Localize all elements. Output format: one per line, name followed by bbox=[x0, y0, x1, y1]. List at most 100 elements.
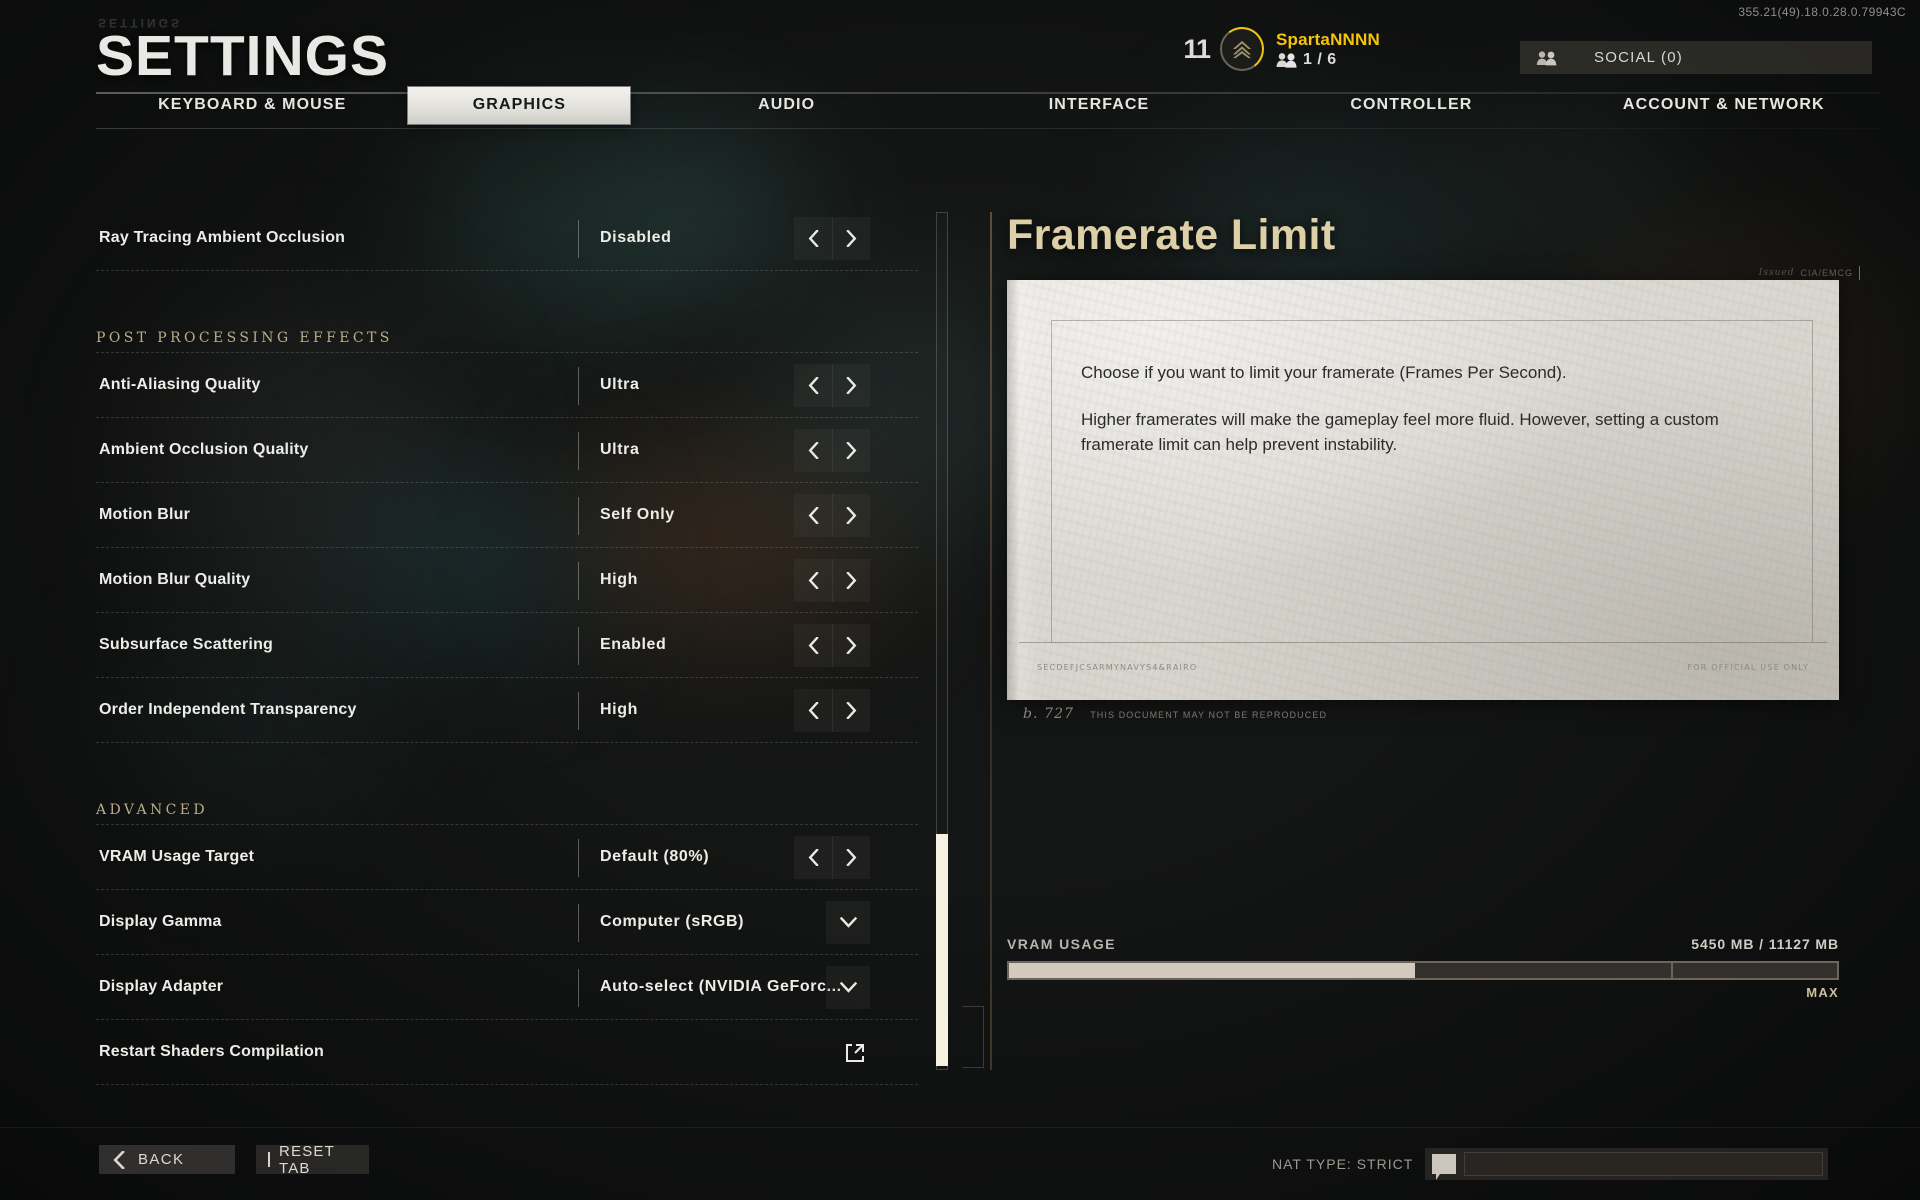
setting-row[interactable]: Subsurface Scattering Enabled bbox=[96, 613, 918, 678]
chevron-right-icon bbox=[846, 849, 857, 866]
setting-row[interactable]: Restart Shaders Compilation bbox=[96, 1020, 918, 1085]
stepper-prev-button[interactable] bbox=[794, 429, 832, 472]
stepper-prev-button[interactable] bbox=[794, 624, 832, 667]
setting-row[interactable]: Anti-Aliasing Quality Ultra bbox=[96, 353, 918, 418]
tab-controller[interactable]: CONTROLLER bbox=[1255, 87, 1567, 124]
user-profile-cluster[interactable]: 11 SpartaNNNN 1 / 6 bbox=[1183, 24, 1380, 74]
stepper-next-button[interactable] bbox=[832, 217, 870, 260]
chevron-left-icon bbox=[808, 507, 819, 524]
social-button[interactable]: SOCIAL (0) bbox=[1520, 41, 1872, 74]
chevron-right-icon bbox=[846, 442, 857, 459]
chevron-left-icon bbox=[808, 849, 819, 866]
setting-value: Enabled bbox=[600, 636, 667, 653]
document-stamp: Issued CIA/EMCG bbox=[1759, 266, 1860, 280]
setting-divider bbox=[578, 904, 579, 942]
document-footer: b. 727 THIS DOCUMENT MAY NOT BE REPRODUC… bbox=[1023, 706, 1327, 722]
setting-label: VRAM Usage Target bbox=[99, 848, 255, 865]
dropdown-toggle[interactable] bbox=[826, 966, 870, 1009]
panel-divider-line bbox=[990, 212, 992, 1070]
setting-row[interactable]: Ambient Occlusion Quality Ultra bbox=[96, 418, 918, 483]
chevron-down-icon bbox=[839, 917, 857, 928]
vram-amount: 5450 MB / 11127 MB bbox=[1691, 936, 1839, 952]
setting-label: Ambient Occlusion Quality bbox=[99, 441, 309, 458]
department-label: NAVY bbox=[1120, 663, 1147, 672]
setting-value: Auto-select (NVIDIA GeForc... bbox=[600, 978, 842, 995]
tab-interface[interactable]: INTERFACE bbox=[943, 87, 1255, 124]
stepper-prev-button[interactable] bbox=[794, 559, 832, 602]
tabbar-bottom-rule bbox=[96, 128, 1880, 129]
footer-rule bbox=[0, 1127, 1920, 1128]
reset-tab-button[interactable]: RESET TAB bbox=[256, 1143, 369, 1177]
detail-description-text: Choose if you want to limit your framera… bbox=[1081, 360, 1789, 458]
setting-label: Motion Blur bbox=[99, 506, 191, 523]
stepper-prev-button[interactable] bbox=[794, 689, 832, 732]
setting-label: Subsurface Scattering bbox=[99, 636, 274, 653]
setting-divider bbox=[578, 220, 579, 258]
dropdown-toggle[interactable] bbox=[826, 901, 870, 944]
stepper-next-button[interactable] bbox=[832, 689, 870, 732]
setting-divider bbox=[578, 367, 579, 405]
stepper-next-button[interactable] bbox=[832, 836, 870, 879]
setting-row[interactable]: Display Adapter Auto-select (NVIDIA GeFor… bbox=[96, 955, 918, 1020]
stepper-next-button[interactable] bbox=[832, 429, 870, 472]
setting-divider bbox=[578, 497, 579, 535]
detail-description-panel: Choose if you want to limit your framera… bbox=[1007, 280, 1839, 700]
open-external-button[interactable] bbox=[840, 1038, 870, 1068]
stepper-prev-button[interactable] bbox=[794, 836, 832, 879]
stepper-next-button[interactable] bbox=[832, 624, 870, 667]
stepper-next-button[interactable] bbox=[832, 559, 870, 602]
document-department-row: SECDEF JCS ARMY NAVY S4&R AIRO FOR OFFICIAL US… bbox=[1037, 663, 1809, 672]
document-signature: b. 727 bbox=[1023, 706, 1075, 722]
party-count: 1 / 6 bbox=[1302, 50, 1337, 68]
tab-keyboard-mouse[interactable]: KEYBOARD & MOUSE bbox=[96, 87, 408, 124]
chat-bubble-icon bbox=[1432, 1154, 1456, 1180]
setting-divider bbox=[578, 627, 579, 665]
vram-bar bbox=[1007, 961, 1839, 980]
value-stepper bbox=[794, 689, 870, 732]
tab-graphics[interactable]: GRAPHICS bbox=[408, 86, 631, 124]
setting-value: High bbox=[600, 701, 638, 718]
stepper-next-button[interactable] bbox=[832, 494, 870, 537]
social-people-icon bbox=[1536, 50, 1558, 66]
chat-bar[interactable] bbox=[1425, 1148, 1828, 1180]
vram-bar-fill bbox=[1009, 963, 1415, 978]
tab-audio[interactable]: AUDIO bbox=[630, 87, 942, 124]
vram-max-tick bbox=[1671, 963, 1674, 978]
stepper-prev-button[interactable] bbox=[794, 494, 832, 537]
user-level: 11 bbox=[1183, 33, 1211, 64]
chevron-left-icon bbox=[808, 637, 819, 654]
stepper-next-button[interactable] bbox=[832, 364, 870, 407]
setting-row[interactable]: Motion Blur Self Only bbox=[96, 483, 918, 548]
setting-divider bbox=[578, 432, 579, 470]
setting-label: Display Adapter bbox=[99, 978, 224, 995]
department-label: ARMY bbox=[1092, 663, 1120, 672]
document-footer-note: THIS DOCUMENT MAY NOT BE REPRODUCED bbox=[1090, 710, 1328, 720]
external-link-icon bbox=[846, 1044, 864, 1062]
setting-row[interactable]: VRAM Usage Target Default (80%) bbox=[96, 825, 918, 890]
back-button-label: BACK bbox=[138, 1151, 185, 1168]
setting-row[interactable]: Motion Blur Quality High bbox=[96, 548, 918, 613]
setting-row[interactable]: Ray Tracing Ambient Occlusion Disabled bbox=[96, 206, 918, 271]
department-label: SECDEF bbox=[1037, 663, 1076, 672]
stepper-prev-button[interactable] bbox=[794, 364, 832, 407]
chevron-right-icon bbox=[846, 377, 857, 394]
settings-scrollbar-thumb[interactable] bbox=[936, 834, 948, 1066]
chevron-right-icon bbox=[846, 572, 857, 589]
chat-input[interactable] bbox=[1464, 1152, 1823, 1176]
setting-row[interactable]: Order Independent Transparency High bbox=[96, 678, 918, 743]
back-button[interactable]: BACK bbox=[99, 1145, 235, 1174]
tab-account-network[interactable]: ACCOUNT & NETWORK bbox=[1568, 87, 1880, 124]
value-stepper bbox=[794, 559, 870, 602]
setting-value: Ultra bbox=[600, 376, 640, 393]
chevron-left-icon bbox=[808, 572, 819, 589]
vram-max-label: MAX bbox=[1806, 985, 1839, 1000]
stepper-prev-button[interactable] bbox=[794, 217, 832, 260]
chevron-right-icon bbox=[846, 702, 857, 719]
department-label: AIRO bbox=[1172, 663, 1198, 672]
stamp-cursive: Issued bbox=[1758, 268, 1795, 278]
setting-row[interactable]: Display Gamma Computer (sRGB) bbox=[96, 890, 918, 955]
value-stepper bbox=[794, 494, 870, 537]
department-label: S4&R bbox=[1146, 663, 1173, 672]
vram-usage-meter: VRAM USAGE 5450 MB / 11127 MB MAX bbox=[1007, 936, 1839, 1000]
setting-value: Ultra bbox=[600, 441, 640, 458]
